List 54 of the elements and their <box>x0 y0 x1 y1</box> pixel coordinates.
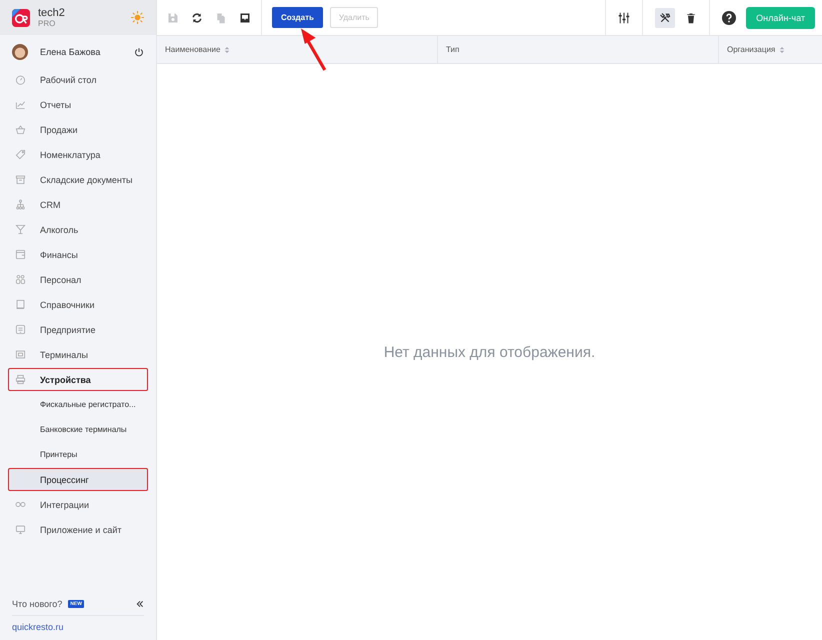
menu-item[interactable]: Устройства <box>8 368 148 391</box>
people-icon <box>15 274 26 285</box>
submenu-item[interactable]: Принтеры <box>8 443 148 466</box>
menu-item[interactable]: Финансы <box>8 243 148 266</box>
column-header[interactable]: Тип <box>438 36 719 63</box>
menu-item[interactable]: Алкоголь <box>8 218 148 241</box>
power-icon[interactable] <box>134 47 144 57</box>
menu-item[interactable]: Рабочий стол <box>8 68 148 91</box>
book-icon <box>15 299 26 310</box>
create-button[interactable]: Создать <box>272 7 323 28</box>
site-link[interactable]: quickresto.ru <box>12 616 144 640</box>
menu-item[interactable]: Складские документы <box>8 168 148 191</box>
building-icon <box>15 324 26 335</box>
basket-icon <box>15 124 26 135</box>
menu-item[interactable]: Справочники <box>8 293 148 316</box>
gauge-icon <box>15 74 26 85</box>
sliders-icon[interactable] <box>618 12 630 24</box>
menu-item[interactable]: Предприятие <box>8 318 148 341</box>
trash-icon[interactable] <box>685 12 698 24</box>
wallet-icon <box>15 249 26 260</box>
inbox-icon[interactable] <box>239 12 251 24</box>
chart-icon <box>15 99 26 110</box>
submenu-item[interactable]: Фискальные регистрато... <box>8 393 148 416</box>
account-name: tech2 <box>38 7 66 19</box>
collapse-icon[interactable] <box>136 600 144 608</box>
terminal-icon <box>15 349 26 360</box>
link-icon <box>15 499 26 510</box>
column-header[interactable]: Организация <box>719 36 822 63</box>
submenu-item[interactable]: Банковские терминалы <box>8 418 148 441</box>
glass-icon <box>15 224 26 235</box>
avatar <box>12 44 28 60</box>
menu-item[interactable]: Интеграции <box>8 493 148 516</box>
archive-icon <box>15 174 26 185</box>
refresh-icon[interactable] <box>191 12 203 24</box>
plan-label: PRO <box>38 19 56 28</box>
menu-item[interactable]: Терминалы <box>8 343 148 366</box>
menu-item[interactable]: Продажи <box>8 118 148 141</box>
empty-message: Нет данных для отображения. <box>384 344 596 360</box>
tag-icon <box>15 149 26 160</box>
submenu-item[interactable]: Процессинг <box>8 468 148 491</box>
logo-icon <box>12 8 30 26</box>
menu-item[interactable]: Отчеты <box>8 93 148 116</box>
user-name: Елена Бажова <box>40 47 102 57</box>
tools-toggle[interactable] <box>655 8 676 28</box>
menu-item[interactable]: Приложение и сайт <box>8 518 148 541</box>
tools-icon[interactable] <box>659 12 672 24</box>
help-icon[interactable] <box>722 10 736 24</box>
hierarchy-icon <box>15 199 26 210</box>
monitor-icon <box>15 524 26 535</box>
menu-item[interactable]: CRM <box>8 193 148 216</box>
menu-item[interactable]: Номенклатура <box>8 143 148 166</box>
whats-new-link[interactable]: Что нового? <box>12 599 62 609</box>
menu-item[interactable]: Персонал <box>8 268 148 291</box>
printer-icon <box>15 374 26 385</box>
